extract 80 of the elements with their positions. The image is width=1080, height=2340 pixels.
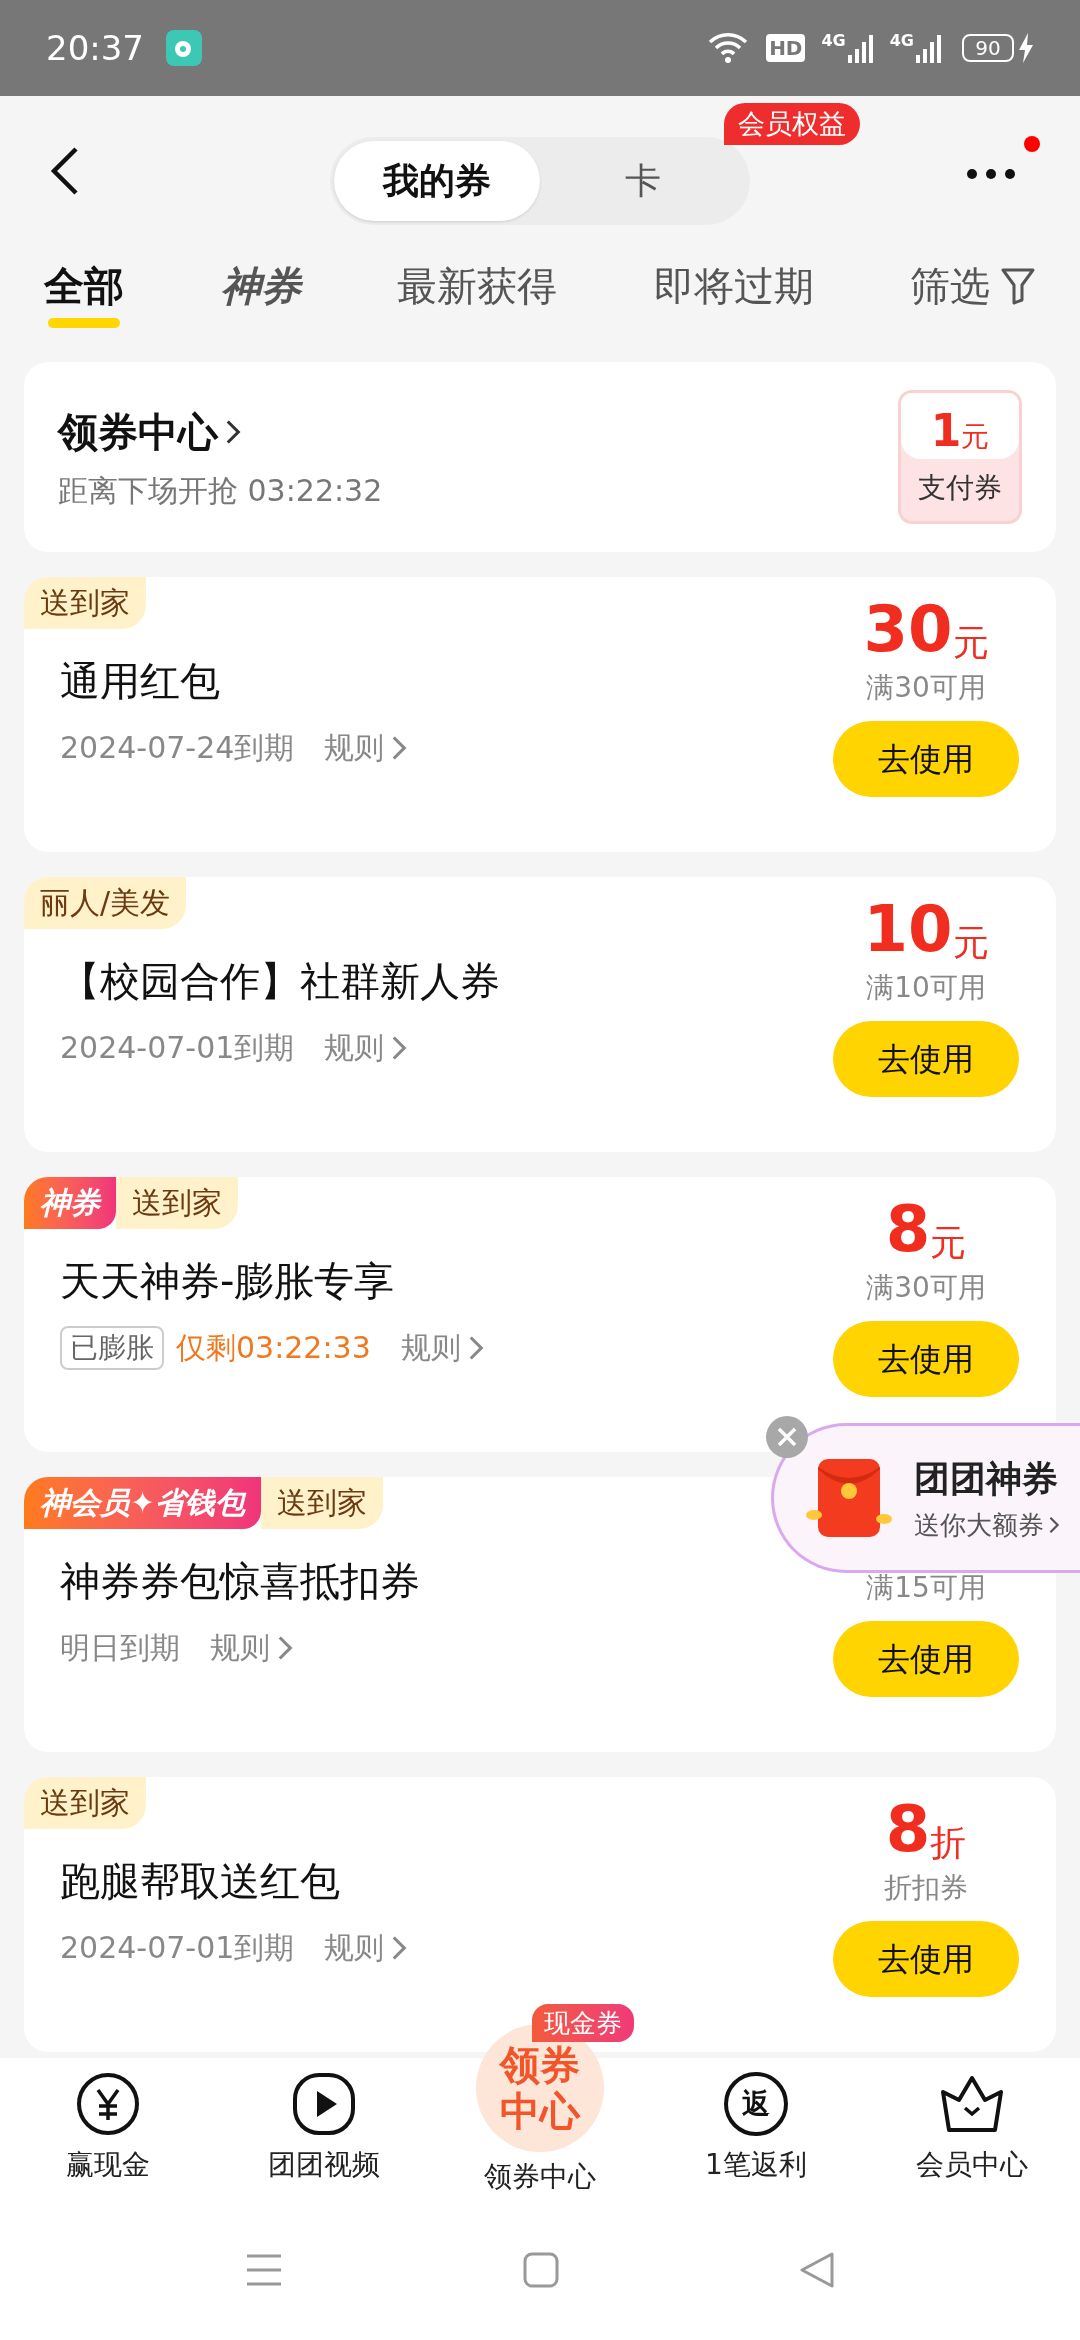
play-icon (292, 2072, 356, 2136)
coupon-tag: 神会员✦省钱包 (24, 1477, 262, 1529)
coupon-type: 支付券 (918, 470, 1002, 506)
charging-icon (1018, 33, 1034, 63)
nav-tab[interactable]: 赢现金 (0, 2058, 216, 2186)
coupon-tag: 送到家 (24, 577, 146, 629)
yen-icon (76, 2072, 140, 2136)
home-square-icon[interactable] (523, 2252, 559, 2288)
usage-condition: 满30可用 (866, 1270, 986, 1306)
coupon-tag: 送到家 (24, 1777, 146, 1829)
usage-condition: 满10可用 (866, 970, 986, 1006)
use-button[interactable]: 去使用 (833, 721, 1019, 797)
card-title: 领券中心 (58, 407, 218, 457)
segment-tab[interactable]: 我的券 (334, 141, 540, 221)
coupon-title: 通用红包 (60, 657, 221, 706)
app-notification-icon (166, 30, 202, 66)
menu-icon[interactable] (245, 2253, 283, 2287)
more-icon[interactable] (966, 168, 1016, 180)
back-triangle-icon[interactable] (799, 2251, 835, 2289)
coupon-title: 神券券包惊喜抵扣券 (60, 1557, 421, 1606)
coupon-title: 跑腿帮取送红包 (60, 1857, 341, 1906)
signal-icon (916, 33, 942, 63)
countdown-text: 仅剩03:22:33 (176, 1329, 371, 1367)
signal-icon (847, 33, 874, 63)
network-type: 4G (821, 33, 846, 49)
filter-tab[interactable]: 神券 (220, 256, 301, 328)
payment-coupon[interactable]: 1元 支付券 (898, 390, 1022, 524)
usage-condition: 满15可用 (866, 1570, 986, 1606)
status-time: 20:37 (46, 26, 144, 70)
use-button[interactable]: 去使用 (833, 1021, 1019, 1097)
nav-tab[interactable]: 返 1笔返利 (648, 2058, 864, 2186)
back-icon[interactable] (50, 146, 80, 196)
filter-icon (1000, 267, 1036, 305)
nav-tab[interactable]: 团团视频 (216, 2058, 432, 2186)
status-tag: 已膨胀 (60, 1325, 164, 1370)
expiry-date: 2024-07-01到期 (60, 1029, 295, 1067)
coupon-tag: 送到家 (116, 1177, 238, 1229)
member-benefits-badge: 会员权益 (724, 103, 860, 145)
coupon-amount: 8折 (885, 1791, 967, 1861)
expiry-date: 明日到期 (60, 1629, 180, 1667)
rules-link[interactable]: 规则 (324, 725, 385, 770)
usage-condition: 折扣券 (884, 1870, 968, 1906)
promo-popup[interactable]: 团团神券 送你大额券 (771, 1423, 1080, 1573)
countdown-text: 距离下场开抢 03:22:32 (58, 471, 384, 510)
rules-link[interactable]: 规则 (324, 1925, 385, 1970)
coupon-tag: 丽人/美发 (24, 877, 187, 929)
use-button[interactable]: 去使用 (833, 1621, 1019, 1697)
coupon-amount: 1元 (930, 409, 990, 458)
rules-link[interactable]: 规则 (400, 1325, 461, 1370)
nav-tab[interactable]: 现金券 领券 中心 领券中心 (432, 2004, 648, 2198)
nav-tab[interactable]: 会员中心 (864, 2058, 1080, 2186)
coupon-tag: 神券 (24, 1177, 116, 1229)
coupon-amount: 30元 (863, 591, 989, 661)
cash-coupon-badge: 现金券 (532, 2004, 634, 2042)
filter-tab[interactable]: 筛选 (910, 256, 1036, 328)
coupon-title: 天天神券-膨胀专享 (60, 1257, 396, 1306)
use-button[interactable]: 去使用 (833, 1921, 1019, 1997)
filter-tab[interactable]: 全部 (44, 256, 124, 328)
rules-link[interactable]: 规则 (324, 1025, 385, 1070)
popup-title: 团团神券 (914, 1456, 1059, 1501)
expiry-date: 2024-07-24到期 (60, 729, 295, 767)
usage-condition: 满30可用 (866, 670, 986, 706)
coupon-center-card[interactable]: 领券中心 距离下场开抢 03:22:32 1元 支付券 (24, 362, 1056, 552)
network-type: 4G (889, 33, 914, 49)
expiry-date: 2024-07-01到期 (60, 1929, 295, 1967)
use-button[interactable]: 去使用 (833, 1321, 1019, 1397)
filter-tab[interactable]: 即将过期 (653, 256, 814, 328)
rebate-icon: 返 (724, 2072, 788, 2136)
popup-subtitle: 送你大额券 (914, 1508, 1044, 1542)
coupon-amount: 10元 (863, 891, 989, 961)
hd-indicator: HD (766, 34, 806, 62)
filter-tab[interactable]: 最新获得 (397, 256, 557, 328)
coupon-amount: 8元 (885, 1191, 967, 1261)
battery-level: 90 (962, 34, 1014, 62)
rules-link[interactable]: 规则 (210, 1625, 270, 1670)
close-icon[interactable] (765, 1415, 809, 1459)
coupon-title: 【校园合作】社群新人券 (60, 957, 501, 1006)
wifi-icon (708, 32, 749, 64)
coupon-tag: 送到家 (261, 1477, 384, 1529)
chevron-right-icon (1048, 1515, 1060, 1535)
